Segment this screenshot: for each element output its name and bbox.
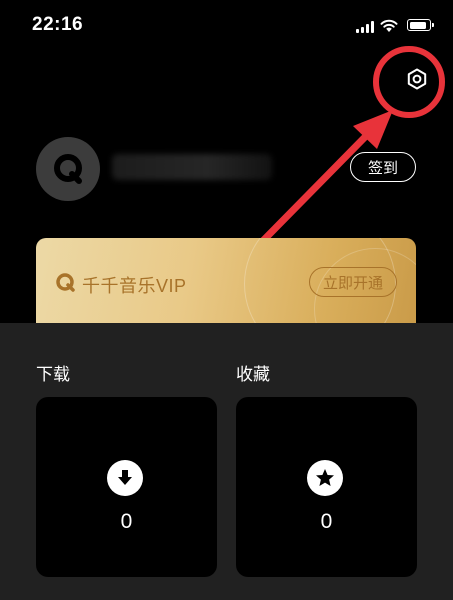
downloads-tile[interactable]: 0 xyxy=(36,397,217,577)
avatar[interactable] xyxy=(36,137,100,201)
battery-fill xyxy=(409,21,426,29)
vip-open-button[interactable]: 立即开通 xyxy=(309,267,397,297)
favorites-title: 收藏 xyxy=(236,365,270,384)
vip-title: 千千音乐VIP xyxy=(82,276,187,296)
avatar-logo-icon xyxy=(54,154,82,184)
status-time: 22:16 xyxy=(32,14,84,35)
username-blurred xyxy=(112,154,272,180)
signal-icon xyxy=(356,21,376,33)
star-icon xyxy=(307,460,343,496)
download-icon xyxy=(107,460,143,496)
downloads-count: 0 xyxy=(120,510,133,533)
checkin-button[interactable]: 签到 xyxy=(350,152,416,182)
status-bar: 22:16 xyxy=(0,0,453,52)
favorites-count: 0 xyxy=(320,510,333,533)
vip-logo-icon xyxy=(56,273,75,292)
battery-icon xyxy=(407,19,434,31)
wifi-icon xyxy=(380,19,398,32)
annotation-highlight-ring xyxy=(373,46,445,118)
favorites-tile[interactable]: 0 xyxy=(236,397,417,577)
bottom-panel: 下载 收藏 0 0 xyxy=(0,323,453,600)
downloads-title: 下载 xyxy=(36,365,70,384)
